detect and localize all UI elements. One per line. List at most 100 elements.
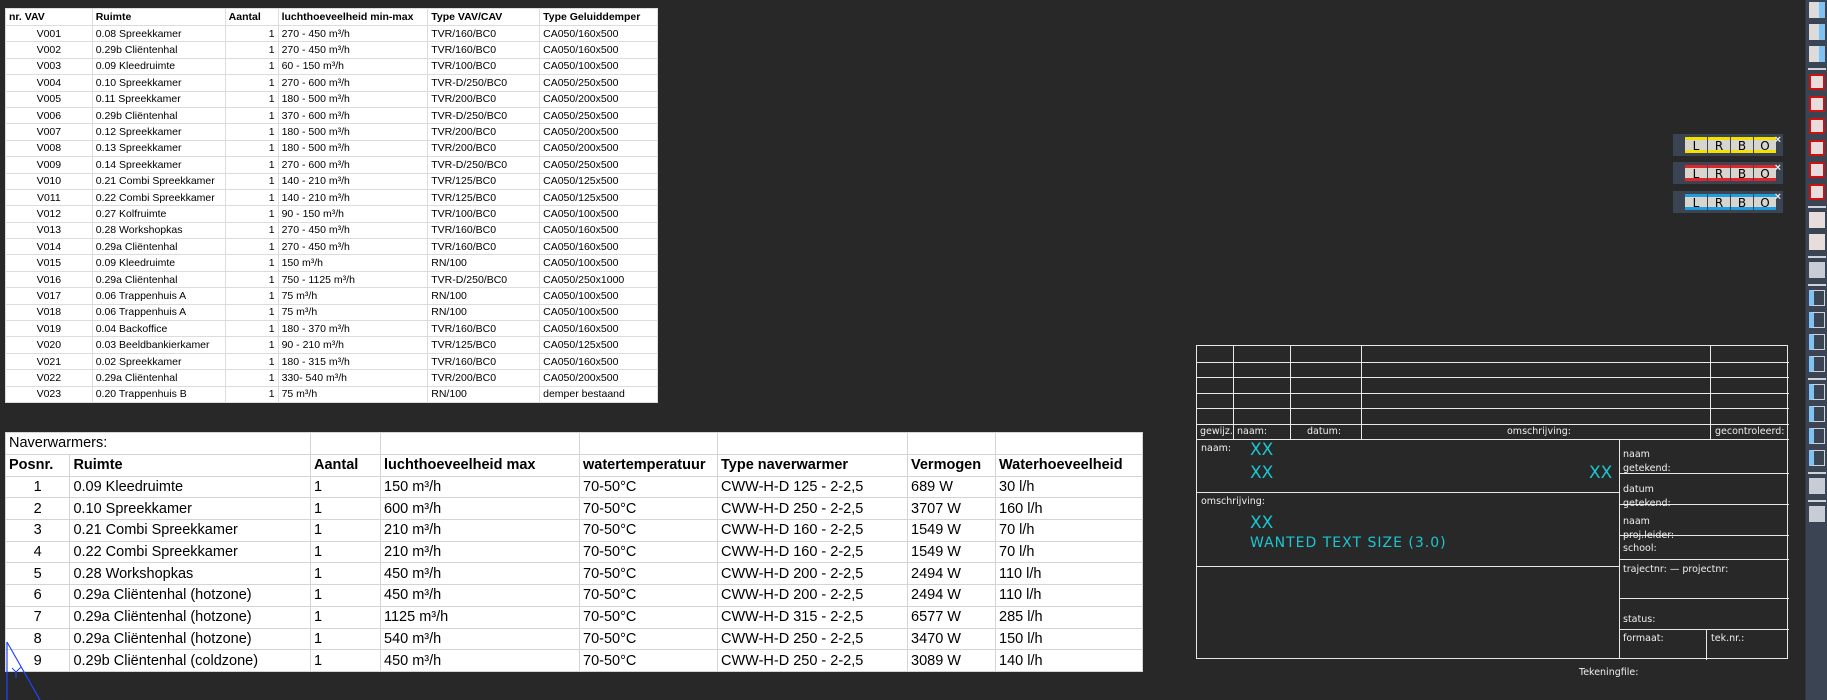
close-icon[interactable]: × bbox=[1775, 191, 1781, 203]
layer-b-button[interactable]: B bbox=[1731, 137, 1753, 153]
layer-o-button[interactable]: O bbox=[1754, 137, 1776, 153]
table-cell: CWW-H-D 200 - 2-2,5 bbox=[717, 562, 908, 586]
table-cell: 0.08 Spreekkamer bbox=[91, 24, 226, 43]
table-cell bbox=[579, 432, 718, 455]
table-cell: 1 bbox=[224, 156, 279, 174]
table-cell: V012 bbox=[5, 205, 93, 223]
table-cell: 450 m³/h bbox=[380, 562, 580, 586]
table-cell: TVR-D/250/BC0 bbox=[427, 270, 541, 289]
iso-nw-icon[interactable] bbox=[1809, 450, 1825, 466]
table-cell: TVR/200/BC0 bbox=[427, 123, 541, 141]
layer-b-button[interactable]: B bbox=[1731, 165, 1753, 181]
layer-o-button[interactable]: O bbox=[1754, 165, 1776, 181]
table-cell: 0.28 Workshopkas bbox=[91, 221, 226, 240]
close-icon[interactable]: × bbox=[1775, 162, 1781, 174]
table-cell: V003 bbox=[5, 57, 93, 76]
view-right-icon[interactable] bbox=[1809, 162, 1825, 178]
table-cell: 2494 W bbox=[907, 562, 996, 586]
cube-front-icon[interactable] bbox=[1809, 312, 1825, 328]
named-views-icon[interactable] bbox=[1809, 262, 1825, 278]
cube-right-icon[interactable] bbox=[1809, 356, 1825, 372]
table-cell: CA050/125x500 bbox=[539, 172, 658, 190]
table-row: 3 0.21 Combi Spreekkamer 1 210 m³/h 70-50°C C… bbox=[4, 519, 1143, 542]
table-cell: 270 - 450 m³/h bbox=[277, 238, 429, 256]
table-row: V014 0.29a Cliëntenhal 1 270 - 450 m³/h TVR/… bbox=[5, 238, 658, 256]
divider bbox=[1619, 439, 1620, 659]
table-cell: CA050/250x500 bbox=[539, 106, 658, 125]
table-cell: 3 bbox=[4, 519, 71, 542]
table-cell: 1 bbox=[224, 254, 279, 272]
table-row: 2 0.10 Spreekkamer 1 600 m³/h 70-50°C CWW-H-D… bbox=[4, 497, 1143, 521]
layer-r-button[interactable]: R bbox=[1708, 137, 1730, 153]
divider bbox=[1619, 629, 1789, 630]
table-cell: 1 bbox=[224, 303, 279, 322]
table-cell: 5 bbox=[4, 562, 71, 586]
iso-ne-icon[interactable] bbox=[1809, 428, 1825, 444]
table-cell: V006 bbox=[5, 106, 93, 125]
close-icon[interactable]: × bbox=[1775, 134, 1781, 146]
table-cell: 90 - 210 m³/h bbox=[277, 336, 429, 354]
table-cell: CWW-H-D 160 - 2-2,5 bbox=[717, 519, 908, 542]
table-cell: 0.28 Workshopkas bbox=[69, 562, 311, 586]
table-cell: 1 bbox=[310, 562, 381, 586]
table-cell: 0.22 Combi Spreekkamer bbox=[91, 188, 226, 207]
zoom-extents-icon[interactable] bbox=[1809, 506, 1825, 522]
table-cell: 0.10 Spreekkamer bbox=[91, 74, 226, 92]
layer-match-icon[interactable] bbox=[1809, 46, 1825, 62]
column-header: Vermogen bbox=[907, 453, 996, 477]
table-cell: 1 bbox=[224, 24, 279, 43]
view-back-icon[interactable] bbox=[1809, 184, 1825, 200]
table-cell: 0.09 Kleedruimte bbox=[69, 475, 311, 499]
table-cell bbox=[310, 432, 381, 455]
table-cell: 70-50°C bbox=[579, 605, 718, 629]
column-header: watertemperatuur bbox=[579, 453, 718, 477]
title-block-text: trajectnr: — projectnr: bbox=[1623, 564, 1729, 575]
view-left-icon[interactable] bbox=[1809, 140, 1825, 156]
cube-top-icon[interactable] bbox=[1809, 290, 1825, 306]
table-cell: V004 bbox=[5, 74, 93, 92]
cube-left-icon[interactable] bbox=[1809, 334, 1825, 350]
table-cell: 75 m³/h bbox=[277, 385, 429, 403]
table-cell: V019 bbox=[5, 320, 93, 338]
ucs-icon[interactable] bbox=[1809, 212, 1825, 228]
table-cell: 210 m³/h bbox=[380, 519, 580, 542]
table-cell: 0.13 Spreekkamer bbox=[91, 139, 226, 158]
table-cell: 70-50°C bbox=[579, 649, 718, 672]
layer-o-button[interactable]: O bbox=[1754, 194, 1776, 210]
layer-l-button[interactable]: L bbox=[1685, 194, 1707, 210]
view-front-icon[interactable] bbox=[1809, 74, 1825, 90]
table-row: 6 0.29a Cliëntenhal (hotzone) 1 450 m³/h 70-… bbox=[4, 584, 1143, 607]
layer-b-button[interactable]: B bbox=[1731, 194, 1753, 210]
iso-se-icon[interactable] bbox=[1809, 406, 1825, 422]
table-row: 1 0.09 Kleedruimte 1 150 m³/h 70-50°C CWW-H-D… bbox=[4, 475, 1143, 499]
ucs-icon[interactable] bbox=[1809, 234, 1825, 250]
layer-tool-icon[interactable] bbox=[1809, 24, 1825, 40]
title-block-text: naam bbox=[1623, 449, 1650, 460]
table-cell: 0.20 Trappenhuis B bbox=[91, 385, 226, 403]
layer-l-button[interactable]: L bbox=[1685, 137, 1707, 153]
table-cell: 1 bbox=[310, 475, 381, 499]
table-cell: 75 m³/h bbox=[277, 287, 429, 305]
table-cell: TVR/125/BC0 bbox=[427, 336, 541, 354]
layer-r-button[interactable]: R bbox=[1708, 165, 1730, 181]
table-row: 4 0.22 Combi Spreekkamer 1 210 m³/h 70-50°C C… bbox=[4, 540, 1143, 564]
table-row: V001 0.08 Spreekkamer 1 270 - 450 m³/h TVR/1… bbox=[5, 24, 658, 43]
iso-sw-icon[interactable] bbox=[1809, 384, 1825, 400]
layer-r-button[interactable]: R bbox=[1708, 194, 1730, 210]
title-block-text: naam bbox=[1623, 516, 1650, 527]
camera-icon[interactable] bbox=[1809, 478, 1825, 494]
table-cell: CA050/250x1000 bbox=[539, 270, 658, 289]
table-cell: V011 bbox=[5, 188, 93, 207]
view-bottom-icon[interactable] bbox=[1809, 118, 1825, 134]
layer-l-button[interactable]: L bbox=[1685, 165, 1707, 181]
table-cell: V018 bbox=[5, 303, 93, 322]
table-cell: 1 bbox=[224, 106, 279, 125]
title-block-text: Tekeningfile: bbox=[1579, 667, 1639, 678]
table-cell: 3089 W bbox=[907, 649, 996, 672]
table-cell: 1 bbox=[224, 205, 279, 223]
table-cell: 140 - 210 m³/h bbox=[277, 172, 429, 190]
divider bbox=[1233, 346, 1234, 440]
table-row: V018 0.06 Trappenhuis A 1 75 m³/h RN/100 CA05… bbox=[5, 303, 658, 322]
layer-tool-icon[interactable] bbox=[1809, 2, 1825, 18]
view-top-icon[interactable] bbox=[1809, 96, 1825, 112]
